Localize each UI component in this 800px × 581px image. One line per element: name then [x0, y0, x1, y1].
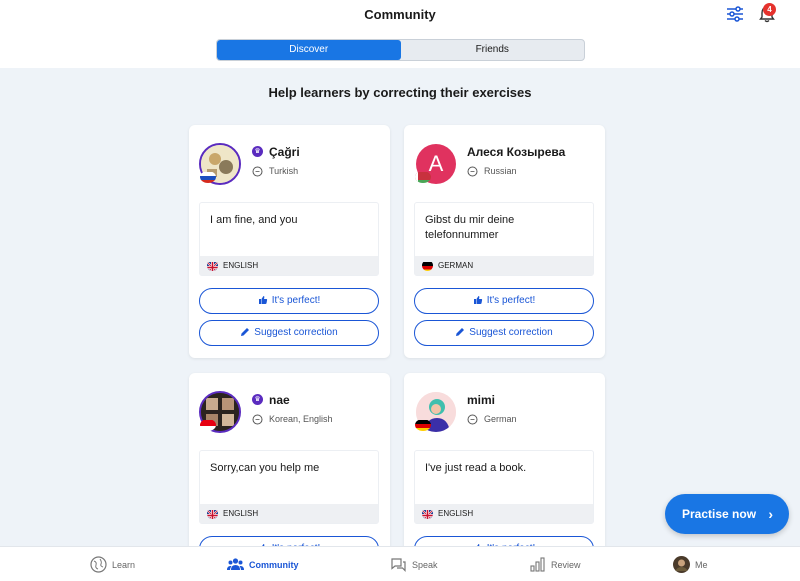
- uk-flag-icon: [422, 508, 433, 519]
- chat-icon: [252, 414, 263, 425]
- thumbs-up-icon: [473, 296, 482, 305]
- uk-flag-icon: [207, 508, 218, 519]
- nav-item-speak[interactable]: Speak: [390, 547, 438, 581]
- tab-switcher: Discover Friends: [216, 39, 585, 61]
- top-bar: Community 4 Discover Friends: [0, 0, 800, 68]
- people-icon: [227, 558, 244, 570]
- nav-label-speak: Speak: [412, 559, 438, 570]
- user-name[interactable]: Çağri: [269, 145, 300, 159]
- exercise-text: Gibst du mir deine telefonnummer: [425, 214, 515, 241]
- suggest-correction-button[interactable]: Suggest correction: [414, 320, 594, 346]
- exercise-card: mimi German I've just read a book. ENGLI…: [404, 373, 605, 573]
- chat-icon: [467, 166, 478, 177]
- crown-icon: ♛: [252, 146, 263, 157]
- exercise-box: Sorry,can you help me ENGLISH: [199, 450, 379, 524]
- exercise-language: ENGLISH: [223, 261, 259, 270]
- suggest-correction-label: Suggest correction: [254, 327, 338, 338]
- nav-label-me: Me: [695, 559, 708, 570]
- chevron-right-icon: ›: [768, 506, 773, 522]
- chat-icon: [252, 166, 263, 177]
- belarus-flag-icon: [415, 171, 431, 183]
- avatar: [673, 556, 690, 573]
- exercise-box: I am fine, and you ENGLISH: [199, 202, 379, 276]
- germany-flag-icon: [415, 419, 431, 431]
- exercise-box: Gibst du mir deine telefonnummer GERMAN: [414, 202, 594, 276]
- crown-icon: ♛: [252, 394, 263, 405]
- user-languages: German: [484, 414, 517, 424]
- nav-label-learn: Learn: [112, 559, 136, 570]
- notification-badge: 4: [763, 3, 776, 16]
- user-languages: Turkish: [269, 166, 299, 176]
- user-name[interactable]: mimi: [467, 393, 495, 407]
- tab-discover[interactable]: Discover: [217, 40, 401, 60]
- exercise-language: ENGLISH: [438, 509, 474, 518]
- nav-item-learn[interactable]: Learn: [90, 547, 135, 581]
- exercise-card: ♛ Çağri Turkish I am fine, and you ENGLI…: [189, 125, 390, 358]
- nav-item-me[interactable]: Me: [673, 547, 708, 581]
- its-perfect-label: It's perfect!: [486, 295, 536, 306]
- exercise-card: ♛ nae Korean, English Sorry,can you help…: [189, 373, 390, 573]
- filter-settings-icon[interactable]: [726, 6, 744, 22]
- exercise-footer: GERMAN: [415, 256, 593, 275]
- chat-icon: [467, 414, 478, 425]
- speech-bubbles-icon: [391, 558, 406, 572]
- globe-icon: [90, 556, 107, 573]
- exercise-footer: ENGLISH: [200, 504, 378, 523]
- its-perfect-button[interactable]: It's perfect!: [199, 288, 379, 314]
- practise-now-button[interactable]: Practise now ›: [665, 494, 789, 534]
- russia-flag-icon: [200, 171, 216, 183]
- thumbs-up-icon: [258, 296, 267, 305]
- germany-flag-icon: [422, 260, 433, 271]
- user-languages: Korean, English: [269, 414, 333, 424]
- nav-item-community[interactable]: Community: [227, 547, 299, 581]
- exercise-language: GERMAN: [438, 261, 474, 270]
- uk-flag-icon: [207, 260, 218, 271]
- exercise-box: I've just read a book. ENGLISH: [414, 450, 594, 524]
- exercise-card: A Алеся Козырева Russian Gibst du mir de…: [404, 125, 605, 358]
- tab-friends[interactable]: Friends: [401, 40, 585, 60]
- exercise-text: I am fine, and you: [210, 214, 298, 226]
- exercise-footer: ENGLISH: [415, 504, 593, 523]
- nav-label-review: Review: [551, 559, 581, 570]
- bottom-nav: Learn Community Speak Review Me: [0, 546, 800, 581]
- user-languages: Russian: [484, 166, 517, 176]
- exercise-footer: ENGLISH: [200, 256, 378, 275]
- section-heading: Help learners by correcting their exerci…: [268, 85, 532, 100]
- indonesia-flag-icon: [200, 419, 216, 431]
- user-name[interactable]: Алеся Козырева: [467, 145, 565, 159]
- exercise-language: ENGLISH: [223, 509, 259, 518]
- nav-item-review[interactable]: Review: [529, 547, 581, 581]
- exercise-text: Sorry,can you help me: [210, 462, 320, 474]
- suggest-correction-label: Suggest correction: [469, 327, 553, 338]
- suggest-correction-button[interactable]: Suggest correction: [199, 320, 379, 346]
- practise-now-label: Practise now: [682, 507, 757, 521]
- its-perfect-button[interactable]: It's perfect!: [414, 288, 594, 314]
- pencil-icon: [456, 328, 465, 337]
- nav-label-community: Community: [249, 559, 299, 570]
- user-name[interactable]: nae: [269, 393, 290, 407]
- page-title: Community: [364, 7, 436, 22]
- pencil-icon: [241, 328, 250, 337]
- exercise-text: I've just read a book.: [425, 462, 527, 474]
- chart-icon: [530, 557, 545, 572]
- its-perfect-label: It's perfect!: [271, 295, 321, 306]
